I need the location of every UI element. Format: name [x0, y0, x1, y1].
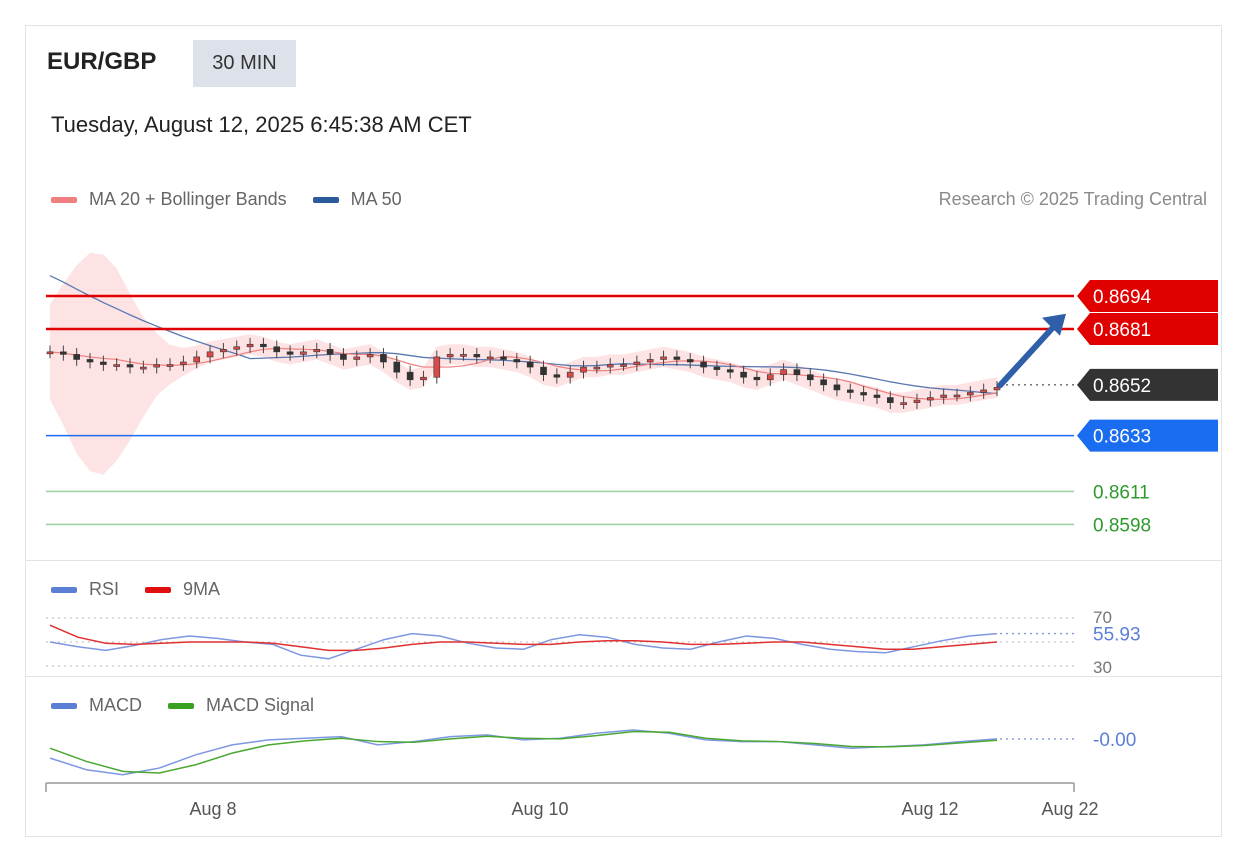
candle: [873, 394, 881, 398]
candle: [726, 369, 734, 373]
macd-current-value: -0.00: [1093, 730, 1136, 751]
candle: [473, 354, 481, 358]
candle: [286, 351, 294, 355]
candle: [193, 356, 201, 363]
candle: [740, 371, 747, 378]
candle: [820, 379, 827, 386]
candle: [793, 369, 801, 375]
candle: [73, 354, 80, 360]
macd-line: [49, 729, 998, 776]
candle: [260, 343, 267, 348]
candle: [646, 359, 654, 363]
candle: [433, 356, 441, 378]
candle: [113, 364, 120, 367]
candle: [620, 364, 627, 367]
candle: [753, 376, 761, 381]
candle: [633, 361, 641, 365]
rsi-ma-line: [49, 624, 998, 652]
x-tick-label: Aug 10: [511, 799, 568, 819]
candle: [100, 361, 107, 365]
candle: [846, 389, 854, 393]
candle: [593, 366, 601, 370]
x-tick-label: Aug 8: [189, 799, 236, 819]
candle: [86, 359, 94, 363]
candle: [380, 354, 387, 363]
candle: [913, 399, 921, 403]
candle: [860, 392, 867, 396]
candle: [366, 354, 374, 358]
candle: [580, 366, 587, 373]
candle: [540, 366, 547, 375]
candle: [313, 349, 321, 353]
rsi-tick-label: 30: [1093, 658, 1112, 677]
candle: [340, 354, 347, 360]
candle: [246, 343, 254, 348]
candle: [353, 356, 361, 360]
candle: [686, 359, 694, 363]
candle: [967, 392, 974, 396]
ma50-line: [49, 275, 998, 395]
candle: [46, 351, 54, 355]
candle: [660, 356, 667, 360]
price-level-label: 0.8652: [1093, 376, 1151, 397]
candle: [393, 361, 401, 373]
candle: [980, 389, 987, 393]
candle: [553, 374, 561, 378]
price-chart[interactable]: 0.86940.86810.86520.86330.86110.85987030…: [0, 0, 1244, 864]
candle: [766, 374, 774, 381]
candle: [166, 364, 174, 367]
macd-signal-line: [49, 730, 998, 774]
x-tick-label: Aug 22: [1041, 799, 1098, 819]
candle: [326, 349, 334, 355]
candle: [886, 397, 894, 403]
price-level-label: 0.8633: [1093, 427, 1151, 448]
candle: [953, 394, 961, 398]
candle: [206, 351, 214, 358]
candle: [300, 351, 307, 355]
price-level-label: 0.8694: [1093, 287, 1152, 308]
candle: [126, 364, 134, 368]
price-level-label: 0.8681: [1093, 320, 1151, 341]
candle: [420, 376, 427, 381]
candle: [446, 354, 454, 358]
candle: [140, 366, 147, 370]
candle: [927, 397, 934, 401]
candle: [900, 402, 907, 405]
candle: [780, 369, 787, 375]
candle: [60, 351, 67, 355]
price-level-label: 0.8611: [1093, 482, 1150, 503]
candle: [406, 371, 414, 381]
candle: [180, 361, 187, 365]
candle: [486, 356, 494, 360]
candle: [700, 361, 707, 368]
candle: [833, 384, 841, 391]
candle: [153, 364, 161, 368]
candle: [940, 394, 947, 398]
x-tick-label: Aug 12: [901, 799, 958, 819]
candle: [233, 346, 241, 350]
candle: [713, 366, 721, 370]
candle: [220, 349, 227, 353]
rsi-current-value: 55.93: [1093, 625, 1141, 646]
candle: [566, 371, 574, 378]
candle: [526, 361, 534, 368]
candle: [806, 374, 814, 381]
candle: [500, 356, 507, 360]
candle: [273, 346, 281, 353]
candle: [606, 364, 614, 368]
candle: [513, 359, 521, 363]
candle: [673, 356, 681, 360]
candle: [460, 354, 467, 357]
price-level-label: 0.8598: [1093, 515, 1151, 536]
